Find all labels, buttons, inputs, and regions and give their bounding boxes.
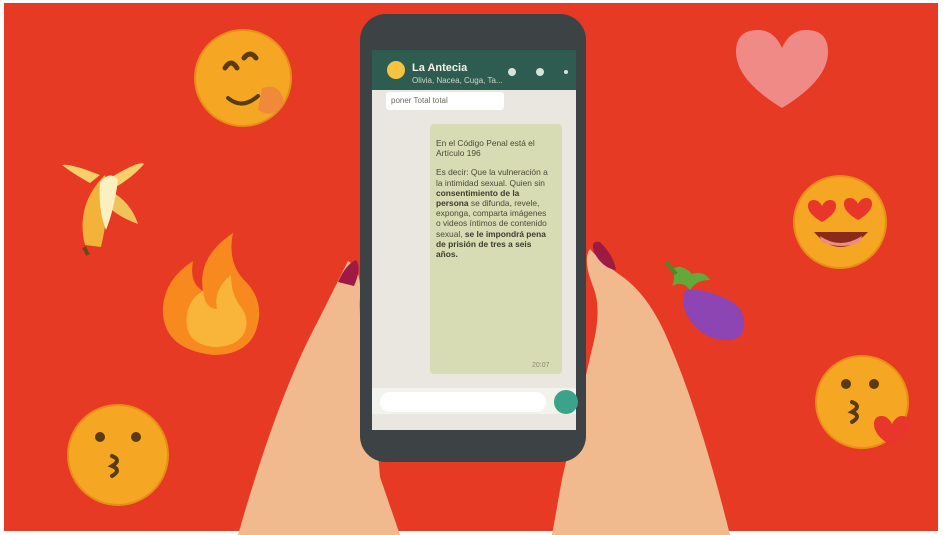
message-intro: En el Código Penal está el Artículo 196 xyxy=(436,138,535,159)
kissing-emoji xyxy=(67,404,169,506)
winking-emoji xyxy=(194,29,292,127)
heart-eyes-emoji xyxy=(793,175,887,269)
mic-button xyxy=(554,390,578,414)
message-body-start: Es decir: Que la vulneración a la intimi… xyxy=(436,167,548,188)
contact-name: La Antecia xyxy=(412,62,468,74)
contact-avatar xyxy=(387,61,405,79)
kiss-heart-emoji xyxy=(815,355,910,449)
message-text: En el Código Penal está el Artículo 196 … xyxy=(436,138,550,268)
message-body: Es decir: Que la vulneración a la intimi… xyxy=(436,167,550,259)
message-input xyxy=(380,392,546,412)
previous-message-text: poner Total total xyxy=(391,96,448,105)
message-time: 20:07 xyxy=(532,362,550,369)
contact-subtitle: Olivia, Nacea, Cuga, Ta... xyxy=(412,76,503,85)
